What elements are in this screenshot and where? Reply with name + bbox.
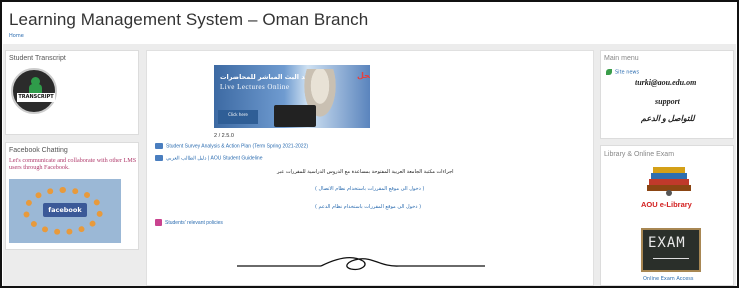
elibrary-link[interactable]: AOU e-Library: [641, 163, 697, 211]
guideline-link[interactable]: دليل الطالب العربي | AOU Student Guideli…: [155, 155, 263, 161]
survey-link-label: Student Survey Analysis & Action Plan (T…: [166, 143, 309, 150]
site-title: Learning Management System – Oman Branch: [9, 10, 369, 29]
forum-icon: [606, 69, 612, 75]
site-news-link[interactable]: Site news: [606, 69, 639, 76]
support-label: support: [655, 97, 680, 106]
exam-chalk-line: [653, 258, 689, 259]
block-title-facebook: Facebook Chatting: [9, 147, 68, 154]
folder-icon: [155, 155, 163, 161]
library-exam-block: Library & Online Exam AOU e-Library EXAM…: [600, 145, 734, 286]
site-news-label: Site news: [615, 69, 640, 76]
page-counter: 2 / 2.5.0: [214, 133, 234, 139]
student-transcript-block: Student Transcript TRANSCRIPT: [5, 50, 139, 135]
breadcrumb-home[interactable]: Home: [9, 33, 24, 39]
arabic-heading: اجراءات مكتبة الجامعة العربية المفتوحة ب…: [277, 169, 454, 175]
facebook-badge: facebook: [43, 203, 87, 217]
policy-icon: [155, 219, 162, 226]
facebook-graphic[interactable]: facebook: [9, 179, 121, 243]
arabic-link-2[interactable]: ( دخول الى موقع المقررات باستخدام نظام ا…: [315, 204, 421, 210]
support-email[interactable]: turki@aou.edu.om: [635, 78, 696, 87]
banner-english-text: Live Lectures Online: [220, 83, 290, 91]
main-menu-block: Main menu Site news turki@aou.edu.om sup…: [600, 50, 734, 139]
exam-caption[interactable]: Online Exam Access: [643, 276, 693, 282]
block-title-transcript: Student Transcript: [9, 55, 66, 62]
exam-board-text: EXAM: [648, 235, 686, 251]
books-icon: [647, 167, 691, 196]
elibrary-label: AOU e-Library: [641, 200, 692, 209]
banner-logo: الحل: [357, 71, 370, 80]
contact-arabic: للتواصل و الدعم: [641, 114, 695, 123]
policies-link[interactable]: Students' relevant policies: [155, 219, 223, 226]
block-title-library: Library & Online Exam: [604, 151, 675, 158]
guideline-link-label: دليل الطالب العربي | AOU Student Guideli…: [166, 155, 263, 162]
banner-click-button[interactable]: Click here: [218, 110, 258, 124]
transcript-icon[interactable]: TRANSCRIPT: [11, 68, 57, 114]
survey-link[interactable]: Student Survey Analysis & Action Plan (T…: [155, 143, 308, 149]
live-lectures-banner[interactable]: شاهد البث المباشر للمحاضرات Live Lecture…: [214, 65, 370, 128]
transcript-badge: TRANSCRIPT: [17, 93, 55, 102]
block-title-main-menu: Main menu: [604, 55, 639, 62]
policies-link-label: Students' relevant policies: [165, 219, 223, 226]
facebook-description: Let's communicate and collaborate with o…: [9, 157, 137, 171]
main-content: شاهد البث المباشر للمحاضرات Live Lecture…: [146, 50, 594, 286]
laptop-graphic: [274, 105, 316, 127]
facebook-chatting-block: Facebook Chatting Let's communicate and …: [5, 142, 139, 250]
arabic-link-1[interactable]: ( دخول الى موقع المقررات باستخدام نظام ا…: [315, 186, 424, 192]
exam-link[interactable]: EXAM: [641, 228, 701, 272]
folder-icon: [155, 143, 163, 149]
decorative-divider: [237, 256, 485, 271]
